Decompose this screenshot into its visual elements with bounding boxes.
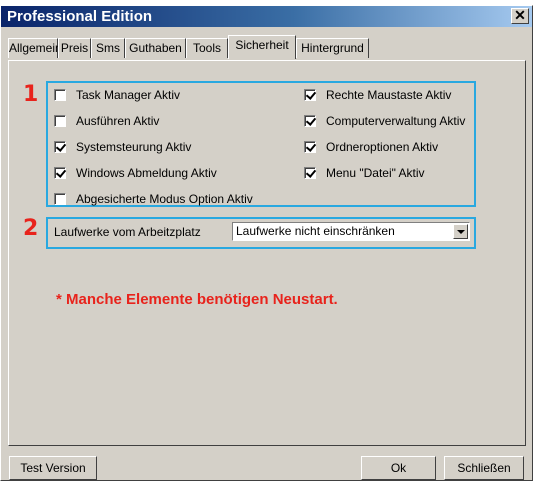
- drives-select-value: Laufwerke nicht einschränken: [236, 224, 395, 238]
- checkbox-label: Rechte Maustaste Aktiv: [326, 88, 452, 102]
- checkbox-ordneroptionen[interactable]: Ordneroptionen Aktiv: [304, 139, 438, 155]
- window-title: Professional Edition: [7, 8, 153, 25]
- restart-notice: * Manche Elemente benötigen Neustart.: [56, 291, 338, 308]
- checkbox-label: Ausführen Aktiv: [76, 114, 160, 128]
- drives-label: Laufwerke vom Arbeitzplatz: [54, 225, 201, 239]
- checkbox-box[interactable]: [304, 141, 316, 153]
- checkbox-menu-datei[interactable]: Menu "Datei" Aktiv: [304, 165, 425, 181]
- checkbox-label: Abgesicherte Modus Option Aktiv: [76, 192, 253, 206]
- checkbox-box[interactable]: [304, 115, 316, 127]
- checkbox-rechte-maustaste[interactable]: Rechte Maustaste Aktiv: [304, 87, 451, 103]
- drives-select[interactable]: Laufwerke nicht einschränken: [232, 222, 470, 241]
- checkbox-label: Windows Abmeldung Aktiv: [76, 166, 217, 180]
- checkbox-label: Computerverwaltung Aktiv: [326, 114, 466, 128]
- tab-allgemein[interactable]: Allgemein: [8, 38, 62, 58]
- checkbox-systemsteuerung[interactable]: Systemsteurung Aktiv: [54, 139, 191, 155]
- tab-sms[interactable]: Sms: [91, 38, 125, 58]
- annotation-number-1: 1: [23, 82, 39, 107]
- title-bar[interactable]: Professional Edition ✕: [1, 6, 532, 27]
- checkbox-windows-abmeldung[interactable]: Windows Abmeldung Aktiv: [54, 165, 217, 181]
- checkbox-box[interactable]: [54, 193, 66, 205]
- tab-hintergrund[interactable]: Hintergrund: [296, 38, 369, 58]
- checkbox-abgesicherter-modus[interactable]: Abgesicherte Modus Option Aktiv: [54, 191, 253, 207]
- checkbox-box[interactable]: [304, 89, 316, 101]
- tab-tools[interactable]: Tools: [186, 38, 228, 58]
- checkbox-box[interactable]: [54, 115, 66, 127]
- test-version-button[interactable]: Test Version: [9, 456, 97, 480]
- checkbox-ausfuehren[interactable]: Ausführen Aktiv: [54, 113, 159, 129]
- checkbox-computerverwaltung[interactable]: Computerverwaltung Aktiv: [304, 113, 465, 129]
- checkbox-task-manager[interactable]: Task Manager Aktiv: [54, 87, 180, 103]
- tab-sicherheit[interactable]: Sicherheit: [228, 35, 296, 59]
- checkbox-box[interactable]: [54, 89, 66, 101]
- close-icon[interactable]: ✕: [511, 8, 529, 24]
- checkbox-label: Menu "Datei" Aktiv: [326, 166, 425, 180]
- checkbox-label: Systemsteurung Aktiv: [76, 140, 192, 154]
- checkbox-label: Task Manager Aktiv: [76, 88, 181, 102]
- checkbox-box[interactable]: [54, 167, 66, 179]
- checkbox-box[interactable]: [304, 167, 316, 179]
- ok-button[interactable]: Ok: [361, 456, 436, 480]
- checkbox-box[interactable]: [54, 141, 66, 153]
- chevron-down-icon[interactable]: [453, 224, 468, 239]
- dialog-window: Professional Edition ✕ Allgemein Preis S…: [0, 5, 533, 481]
- checkbox-label: Ordneroptionen Aktiv: [326, 140, 439, 154]
- close-button[interactable]: Schließen: [444, 456, 524, 480]
- tab-preis[interactable]: Preis: [58, 38, 91, 58]
- annotation-number-2: 2: [23, 216, 39, 241]
- tab-guthaben[interactable]: Guthaben: [125, 38, 186, 58]
